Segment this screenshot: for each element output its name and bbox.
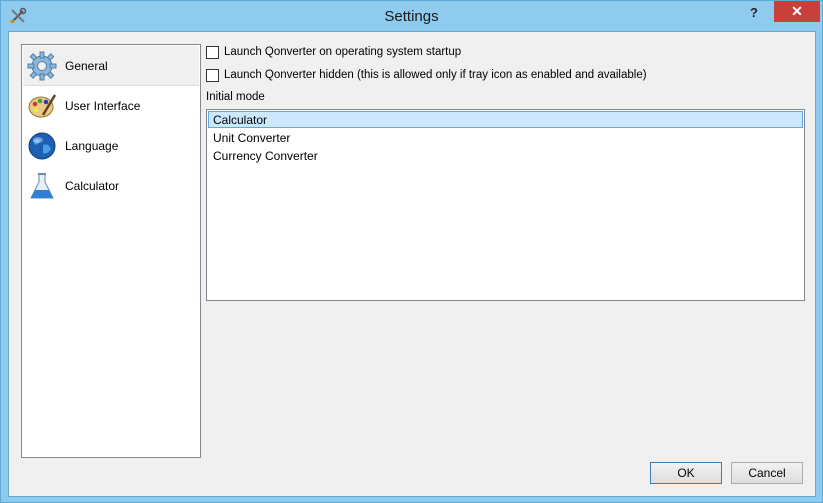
- list-item-calculator[interactable]: Calculator: [208, 111, 803, 128]
- hidden-checkbox-label: Launch Qonverter hidden (this is allowed…: [224, 69, 647, 81]
- initial-mode-label: Initial mode: [206, 91, 265, 103]
- globe-icon: [26, 130, 58, 162]
- hidden-checkbox-row[interactable]: Launch Qonverter hidden (this is allowed…: [206, 67, 647, 83]
- settings-category-list: General User Interface Language Calculat…: [21, 44, 201, 458]
- window-title: Settings: [384, 8, 439, 25]
- gear-icon: [26, 50, 58, 82]
- ok-button[interactable]: OK: [650, 462, 722, 484]
- cancel-button[interactable]: Cancel: [731, 462, 803, 484]
- sidebar-item-label: Language: [65, 139, 119, 153]
- settings-window: Settings ? ✕ General User Interface Lang…: [0, 0, 823, 503]
- dialog-client-area: General User Interface Language Calculat…: [8, 31, 816, 497]
- hidden-checkbox[interactable]: [206, 68, 219, 82]
- list-item-unit-converter[interactable]: Unit Converter: [208, 129, 803, 146]
- startup-checkbox-label: Launch Qonverter on operating system sta…: [224, 46, 462, 58]
- startup-checkbox-row[interactable]: Launch Qonverter on operating system sta…: [206, 44, 461, 60]
- sidebar-item-label: Calculator: [65, 179, 120, 193]
- title-bar[interactable]: Settings ? ✕: [1, 1, 822, 31]
- sidebar-item-user-interface[interactable]: User Interface: [23, 86, 199, 126]
- sidebar-item-calculator[interactable]: Calculator: [23, 166, 199, 206]
- sidebar-item-label: General: [65, 58, 108, 73]
- list-item-currency-converter[interactable]: Currency Converter: [208, 147, 803, 164]
- close-button[interactable]: ✕: [774, 1, 820, 22]
- help-button[interactable]: ?: [741, 3, 767, 23]
- sidebar-item-general[interactable]: General: [23, 46, 199, 86]
- sidebar-item-language[interactable]: Language: [23, 126, 199, 166]
- palette-icon: [26, 90, 58, 122]
- flask-icon: [26, 170, 58, 202]
- sidebar-item-label: User Interface: [65, 99, 141, 113]
- initial-mode-list[interactable]: Calculator Unit Converter Currency Conve…: [206, 109, 805, 301]
- startup-checkbox[interactable]: [206, 45, 219, 59]
